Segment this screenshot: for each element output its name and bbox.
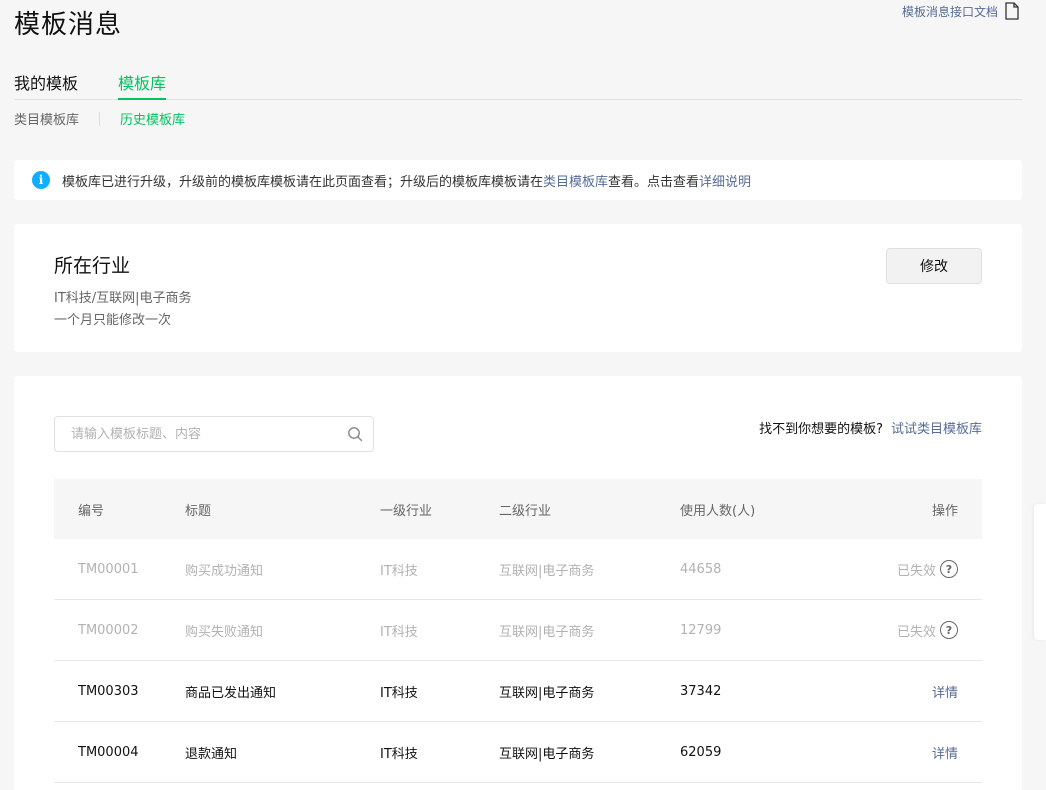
row-level2: 互联网|电子商务	[499, 624, 595, 640]
header-id: 编号	[78, 503, 105, 519]
row-id: TM00002	[78, 622, 139, 638]
page: 模板消息 模板消息接口文档 我的模板 模板库 类目模板库 历史模板库 i 模板库…	[0, 0, 1046, 790]
help-icon[interactable]: ?	[940, 621, 958, 639]
row-level1: IT科技	[380, 563, 418, 579]
row-action: 已失效 ?	[840, 560, 982, 579]
doc-link-label: 模板消息接口文档	[901, 4, 998, 19]
notice-details-link[interactable]: 详细说明	[699, 171, 751, 190]
upgrade-notice: i 模板库已进行升级，升级前的模板库模板请在此页面查看；升级后的模板库模板请在类…	[14, 160, 1022, 200]
row-level1: IT科技	[380, 624, 418, 640]
industry-card: 所在行业 IT科技/互联网|电子商务 一个月只能修改一次 修改	[14, 224, 1022, 352]
header-level1: 一级行业	[380, 503, 433, 519]
row-title: 购买失败通知	[185, 624, 264, 640]
details-link[interactable]: 详情	[932, 682, 958, 701]
row-level2: 互联网|电子商务	[499, 746, 595, 762]
row-action: 详情	[840, 682, 982, 701]
row-level1: IT科技	[380, 746, 418, 762]
row-users: 44658	[680, 561, 722, 577]
industry-heading: 所在行业	[54, 255, 131, 277]
info-icon: i	[32, 171, 50, 189]
main-tabs: 我的模板 模板库	[14, 70, 1022, 100]
row-level1: IT科技	[380, 685, 418, 701]
row-title: 购买成功通知	[185, 563, 264, 579]
page-title: 模板消息	[14, 10, 123, 40]
doc-link[interactable]: 模板消息接口文档	[902, 2, 1020, 20]
row-users: 62059	[680, 744, 722, 760]
header-title: 标题	[185, 503, 212, 519]
header-users: 使用人数(人)	[680, 503, 756, 519]
row-level2: 互联网|电子商务	[499, 563, 595, 579]
row-users: 12799	[680, 622, 722, 638]
try-category-link[interactable]: 试试类目模板库	[891, 422, 982, 437]
row-action: 详情	[840, 743, 982, 762]
template-list-card: 找不到你想要的模板? 试试类目模板库 编号 标题 一级行业 二级行业 使用人数(人…	[14, 376, 1022, 790]
row-id: TM00303	[78, 683, 139, 699]
table-row: TM00002 购买失败通知 IT科技 互联网|电子商务 12799 已失效 ?	[54, 600, 982, 661]
cant-find-text: 找不到你想要的模板?	[759, 422, 883, 437]
row-title: 退款通知	[185, 746, 238, 762]
expired-label: 已失效	[896, 624, 936, 640]
row-action: 已失效 ?	[840, 621, 982, 640]
row-id: TM00001	[78, 561, 139, 577]
subtab-history-library[interactable]: 历史模板库	[120, 109, 185, 128]
industry-hint: 一个月只能修改一次	[54, 313, 172, 328]
document-icon	[1005, 2, 1019, 20]
industry-value: IT科技/互联网|电子商务	[54, 291, 192, 306]
notice-text-middle: 查看。点击查看	[608, 174, 700, 190]
notice-text-before: 模板库已进行升级，升级前的模板库模板请在此页面查看；升级后的模板库模板请在	[62, 174, 544, 190]
table-header: 编号 标题 一级行业 二级行业 使用人数(人) 操作	[54, 479, 982, 539]
search-icon[interactable]	[347, 426, 363, 442]
table-row: TM00303 商品已发出通知 IT科技 互联网|电子商务 37342 详情	[54, 661, 982, 722]
subtab-category-library[interactable]: 类目模板库	[14, 109, 79, 128]
details-link[interactable]: 详情	[932, 743, 958, 762]
notice-category-link[interactable]: 类目模板库	[543, 171, 608, 190]
tab-template-library[interactable]: 模板库	[118, 70, 167, 100]
expired-label: 已失效	[896, 563, 936, 579]
search-box	[54, 416, 374, 452]
search-input[interactable]	[55, 417, 347, 451]
subtab-divider	[99, 111, 101, 126]
row-title: 商品已发出通知	[185, 685, 277, 701]
table-row: TM00004 退款通知 IT科技 互联网|电子商务 62059 详情	[54, 722, 982, 783]
row-users: 37342	[680, 683, 722, 699]
side-panel-handle[interactable]	[1034, 504, 1046, 640]
row-level2: 互联网|电子商务	[499, 685, 595, 701]
modify-button[interactable]: 修改	[886, 248, 982, 284]
cant-find: 找不到你想要的模板? 试试类目模板库	[759, 418, 982, 437]
table-row: TM00001 购买成功通知 IT科技 互联网|电子商务 44658 已失效 ?	[54, 539, 982, 600]
sub-tabs: 类目模板库 历史模板库	[14, 109, 185, 128]
header-level2: 二级行业	[499, 503, 552, 519]
row-id: TM00004	[78, 744, 139, 760]
header-action: 操作	[931, 503, 958, 519]
help-icon[interactable]: ?	[940, 560, 958, 578]
tab-my-templates[interactable]: 我的模板	[14, 70, 78, 100]
template-table: 编号 标题 一级行业 二级行业 使用人数(人) 操作 TM00001 购买成功通…	[54, 479, 982, 783]
